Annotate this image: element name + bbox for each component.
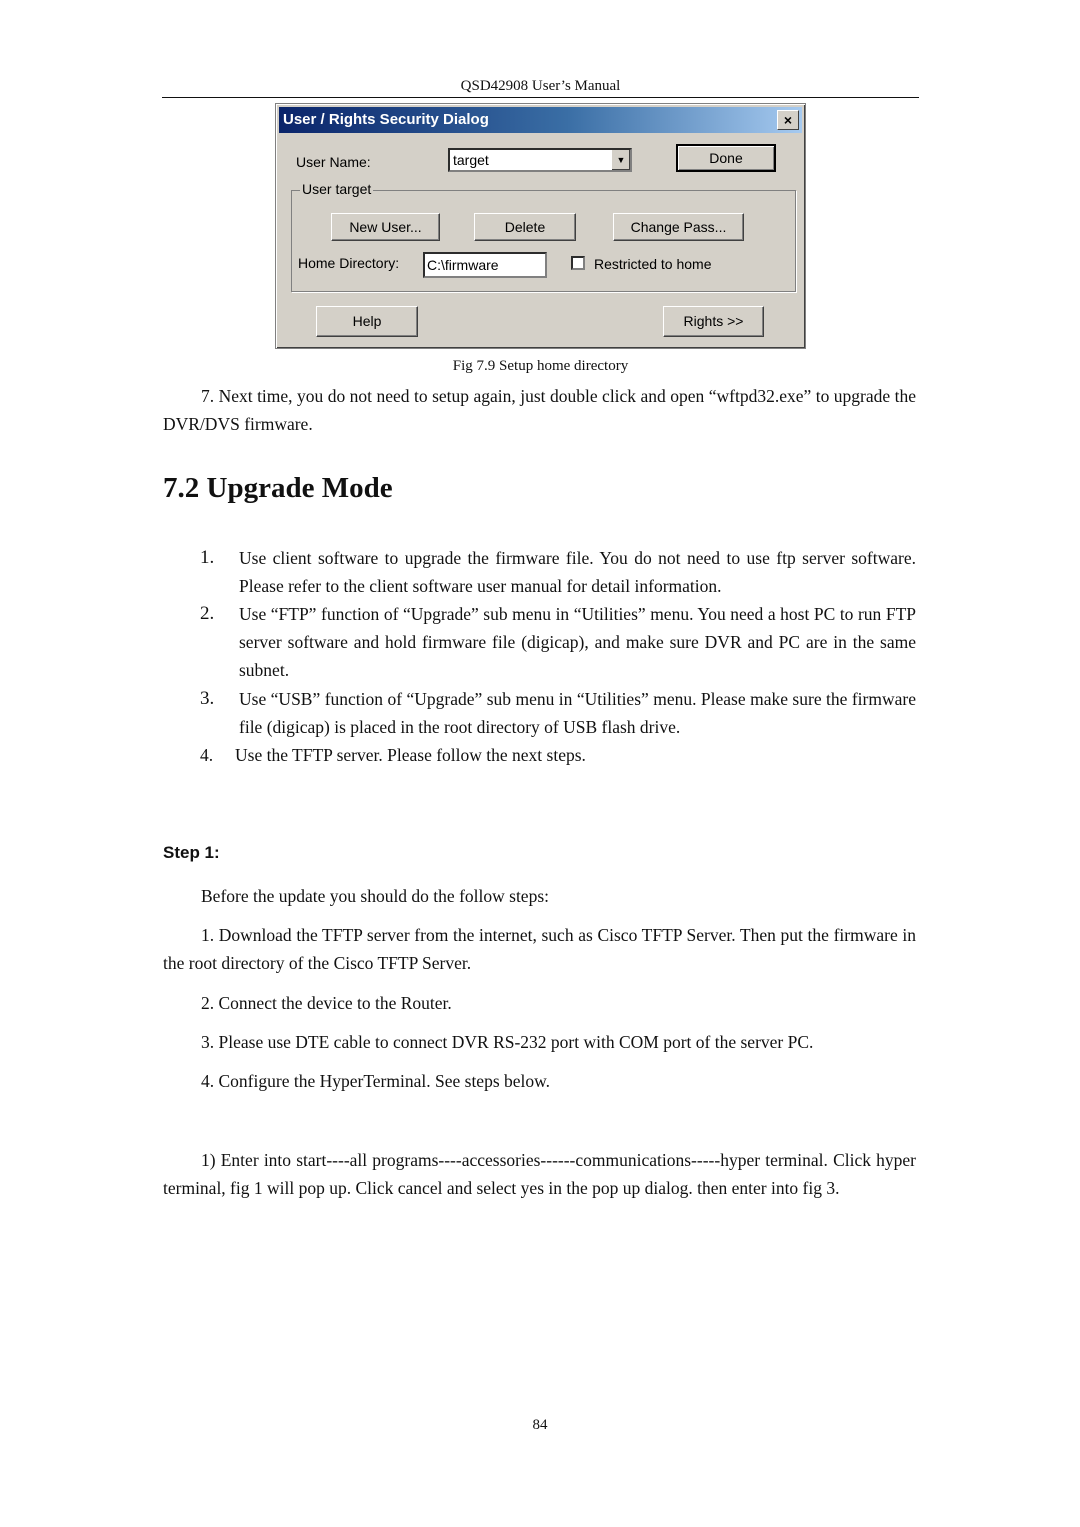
- list-number: 3.: [200, 688, 215, 709]
- list-text: Use “USB” function of “Upgrade” sub menu…: [239, 689, 916, 737]
- change-pass-button[interactable]: Change Pass...: [613, 213, 744, 241]
- step-item: 2. Connect the device to the Router.: [201, 993, 452, 1013]
- list-text: Use client software to upgrade the firmw…: [239, 548, 916, 596]
- section-heading: 7.2 Upgrade Mode: [163, 472, 393, 504]
- list-item: 3. Use “USB” function of “Upgrade” sub m…: [200, 685, 916, 741]
- list-text: Use “FTP” function of “Upgrade” sub menu…: [239, 604, 916, 680]
- step-intro: Before the update you should do the foll…: [201, 886, 549, 906]
- group-label: User target: [300, 181, 374, 197]
- user-name-dropdown[interactable]: target ▼: [448, 148, 632, 172]
- user-name-value: target: [453, 152, 489, 168]
- delete-button[interactable]: Delete: [474, 213, 576, 241]
- step-item: 3. Please use DTE cable to connect DVR R…: [201, 1032, 814, 1052]
- figure-caption: Fig 7.9 Setup home directory: [452, 358, 629, 374]
- dialog-titlebar[interactable]: User / Rights Security Dialog ×: [279, 107, 802, 133]
- step-heading: Step 1:: [163, 843, 220, 862]
- home-directory-label: Home Directory:: [298, 255, 400, 271]
- list-number: 4.: [200, 745, 214, 765]
- chevron-down-icon[interactable]: ▼: [611, 150, 630, 170]
- substep-paragraph: 1) Enter into start----all programs----a…: [163, 1150, 916, 1198]
- rights-button[interactable]: Rights >>: [663, 306, 764, 337]
- list-text: Use the TFTP server. Please follow the n…: [235, 745, 586, 765]
- dialog-title: User / Rights Security Dialog: [283, 111, 489, 128]
- home-directory-input[interactable]: C:\firmware: [423, 252, 547, 278]
- step-item: 1. Download the TFTP server from the int…: [163, 925, 916, 973]
- restricted-checkbox[interactable]: [571, 256, 585, 270]
- list-number: 2.: [200, 603, 215, 624]
- header-divider: [162, 97, 919, 98]
- list-item: 4. Use the TFTP server. Please follow th…: [200, 741, 916, 769]
- step-item: 4. Configure the HyperTerminal. See step…: [201, 1071, 551, 1091]
- paragraph-step-7: 7. Next time, you do not need to setup a…: [163, 386, 916, 434]
- done-button[interactable]: Done: [676, 144, 776, 172]
- close-icon[interactable]: ×: [777, 110, 799, 130]
- list-number: 1.: [200, 547, 215, 568]
- list-item: 2. Use “FTP” function of “Upgrade” sub m…: [200, 600, 916, 684]
- user-name-label: User Name:: [296, 154, 371, 170]
- page-number: 84: [532, 1417, 548, 1433]
- restricted-label: Restricted to home: [594, 256, 712, 272]
- list-item: 1. Use client software to upgrade the fi…: [200, 544, 916, 600]
- new-user-button[interactable]: New User...: [331, 213, 440, 241]
- page-header: QSD42908 User’s Manual: [460, 78, 621, 94]
- user-rights-dialog: User / Rights Security Dialog × User Nam…: [275, 103, 806, 349]
- help-button[interactable]: Help: [316, 306, 418, 337]
